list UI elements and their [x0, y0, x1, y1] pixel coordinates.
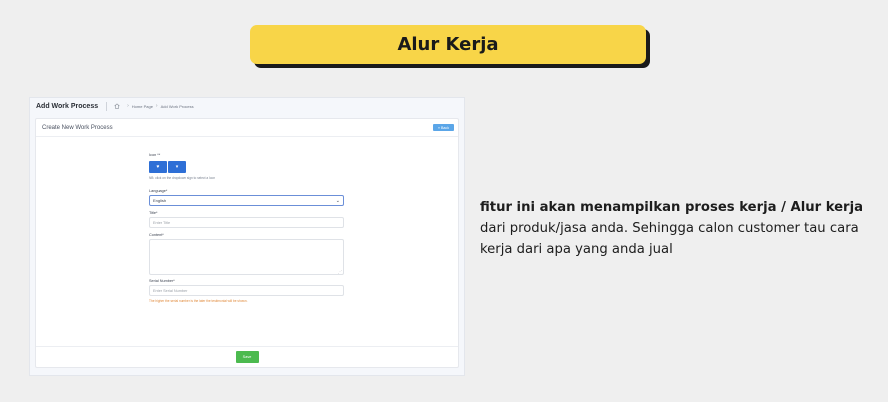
title-placeholder: Enter Title: [153, 220, 171, 225]
icon-label: Icon **: [149, 153, 161, 157]
chevron-right-icon: ›: [127, 103, 129, 109]
serial-placeholder: Enter Serial Number: [153, 288, 188, 293]
back-button[interactable]: « Back: [433, 124, 454, 131]
icon-picker: ♥ ▾: [149, 161, 345, 173]
heart-icon-button[interactable]: ♥: [149, 161, 167, 173]
chevron-down-icon: ⌄: [335, 197, 340, 204]
page-title: Add Work Process: [36, 102, 99, 110]
back-label: Back: [441, 125, 449, 130]
serial-number-input[interactable]: Enter Serial Number: [149, 285, 344, 296]
home-icon[interactable]: [114, 103, 120, 109]
card-header: Create New Work Process « Back: [36, 119, 458, 137]
card-footer: Save: [36, 346, 458, 367]
save-button[interactable]: Save: [235, 351, 259, 363]
caret-down-icon: ▾: [175, 164, 179, 170]
page-header: Add Work Process › Home Page › Add Work …: [30, 98, 464, 114]
header-divider: [106, 101, 108, 111]
title-label: Title*: [149, 211, 158, 215]
description-text: dari produk/jasa anda. Sehingga calon cu…: [480, 221, 859, 257]
app-screenshot: Add Work Process › Home Page › Add Work …: [29, 97, 465, 376]
icon-hint: NB: click on the dropdown sign to select…: [149, 176, 216, 180]
breadcrumb-current: Add Work Process: [160, 103, 194, 109]
feature-description: fitur ini akan menampilkan proses kerja …: [480, 197, 876, 260]
serial-label: Serial Number*: [149, 279, 175, 283]
description-highlight: fitur ini akan menampilkan proses kerja …: [480, 200, 863, 215]
language-value: English: [153, 198, 167, 203]
icon-dropdown-button[interactable]: ▾: [168, 161, 186, 173]
language-label: Language*: [149, 189, 168, 193]
card-title: Create New Work Process: [42, 124, 113, 131]
breadcrumb-home[interactable]: Home Page: [132, 104, 153, 109]
slide-title: Alur Kerja: [250, 25, 646, 64]
title-input[interactable]: Enter Title: [149, 217, 344, 228]
heart-icon: ♥: [156, 164, 160, 170]
resize-handle-icon[interactable]: ⋰: [338, 269, 342, 274]
breadcrumb: › Home Page › Add Work Process: [114, 103, 194, 109]
form-card: Create New Work Process « Back Icon ** ♥…: [35, 118, 459, 368]
chevron-right-icon: ›: [155, 103, 158, 109]
serial-hint: The higher the serial number is the late…: [149, 299, 248, 303]
work-process-form: Icon ** ♥ ▾ NB: click on the dropdown si…: [149, 153, 345, 303]
content-textarea[interactable]: ⋰: [149, 239, 344, 275]
language-select[interactable]: English ⌄: [149, 195, 344, 206]
content-label: Content*: [149, 233, 164, 237]
